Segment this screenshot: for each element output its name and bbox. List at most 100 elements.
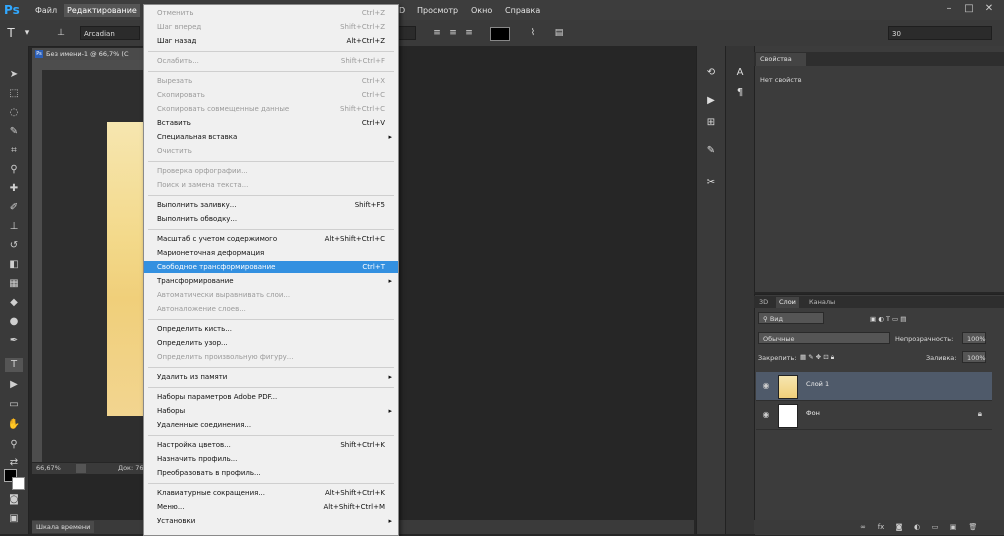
edit-menu-item[interactable]: Отменить Ctrl+Z xyxy=(144,7,398,19)
edit-menu-item[interactable]: Выполнить заливку... Shift+F5 xyxy=(144,199,398,211)
tab-channels[interactable]: Каналы xyxy=(806,297,838,308)
path-select-tool-icon[interactable]: ▶ xyxy=(5,378,23,392)
menu-3[interactable]: Просмотр xyxy=(414,4,461,17)
tab-3d[interactable]: 3D xyxy=(756,297,771,308)
link-layers-icon[interactable]: ∞ xyxy=(858,522,868,532)
screen-mode-icon[interactable]: ▣ xyxy=(5,512,23,526)
history-brush-tool-icon[interactable]: ↺ xyxy=(5,239,23,253)
align-center-icon[interactable]: ≡ xyxy=(446,26,460,40)
edit-menu-item[interactable]: Трансформирование ▸ xyxy=(144,275,398,287)
edit-menu-item[interactable]: Автоналожение слоев... xyxy=(144,303,398,315)
font-style-field[interactable] xyxy=(398,26,416,40)
shape-tool-icon[interactable]: ▭ xyxy=(5,398,23,412)
edit-menu-item[interactable]: Наборы ▸ xyxy=(144,405,398,417)
tool-presets-icon[interactable]: ✂ xyxy=(704,176,718,190)
gradient-tool-icon[interactable]: ▦ xyxy=(5,277,23,291)
ruler-vertical[interactable] xyxy=(32,70,42,462)
lasso-tool-icon[interactable]: ◌ xyxy=(5,106,23,120)
eye-icon[interactable]: ◉ xyxy=(760,380,772,392)
type-tool-preset[interactable]: T xyxy=(4,26,18,40)
quick-select-tool-icon[interactable]: ✎ xyxy=(5,125,23,139)
edit-menu-item[interactable]: Клавиатурные сокращения... Alt+Shift+Ctrl… xyxy=(144,487,398,499)
layer-style-icon[interactable]: fx xyxy=(876,522,886,532)
type-tool-icon[interactable]: T xyxy=(5,358,23,372)
brush-tool-icon[interactable]: ✐ xyxy=(5,201,23,215)
edit-menu-item[interactable]: Назначить профиль... xyxy=(144,453,398,465)
edit-menu-item[interactable]: Шаг назад Alt+Ctrl+Z xyxy=(144,35,398,47)
edit-menu-item[interactable]: Определить произвольную фигуру... xyxy=(144,351,398,363)
background-color-swatch[interactable] xyxy=(12,477,25,490)
edit-menu-item[interactable]: Шаг вперед Shift+Ctrl+Z xyxy=(144,21,398,33)
warp-text-icon[interactable]: ⌇ xyxy=(526,26,540,40)
edit-menu-item[interactable]: Определить узор... xyxy=(144,337,398,349)
add-mask-icon[interactable]: ◙ xyxy=(894,522,904,532)
timeline-tab[interactable]: Шкала времени xyxy=(32,521,94,533)
filter-icons[interactable]: ▣ ◐ T ▭ ▤ xyxy=(870,315,906,323)
eraser-tool-icon[interactable]: ◧ xyxy=(5,258,23,272)
quick-mask-icon[interactable]: ◙ xyxy=(5,493,23,507)
swap-colors-icon[interactable]: ⇄ xyxy=(5,456,23,470)
move-tool-icon[interactable]: ➤ xyxy=(5,68,23,82)
menu-1[interactable]: Редактирование xyxy=(64,4,140,17)
toggle-orientation-icon[interactable]: ⊥ xyxy=(54,26,68,40)
history-panel-icon[interactable]: ⟲ xyxy=(704,66,718,80)
menu-4[interactable]: Окно xyxy=(468,4,495,17)
brush-panel-icon[interactable]: ✎ xyxy=(704,144,718,158)
adjustment-layer-icon[interactable]: ◐ xyxy=(912,522,922,532)
edit-menu-item[interactable]: Свободное трансформирование Ctrl+T xyxy=(144,261,398,273)
edit-menu-item[interactable]: Меню... Alt+Shift+Ctrl+M xyxy=(144,501,398,513)
edit-menu-item[interactable]: Выполнить обводку... xyxy=(144,213,398,225)
maximize-icon[interactable]: □ xyxy=(962,2,976,16)
edit-menu-item[interactable]: Специальная вставка ▸ xyxy=(144,131,398,143)
crop-tool-icon[interactable]: ⌗ xyxy=(5,144,23,158)
edit-menu-item[interactable]: Удаленные соединения... xyxy=(144,419,398,431)
edit-menu-item[interactable]: Настройка цветов... Shift+Ctrl+K xyxy=(144,439,398,451)
adjustments-panel-icon[interactable]: ⊞ xyxy=(704,116,718,130)
dodge-tool-icon[interactable]: ● xyxy=(5,315,23,329)
canvas-image[interactable] xyxy=(107,122,144,416)
ruler-horizontal[interactable] xyxy=(32,60,144,70)
chevron-down-icon[interactable]: ▾ xyxy=(20,26,34,40)
menu-5[interactable]: Справка xyxy=(502,4,543,17)
edit-menu-item[interactable]: Ослабить... Shift+Ctrl+F xyxy=(144,55,398,67)
edit-menu-item[interactable]: Масштаб с учетом содержимого Alt+Shift+Ct… xyxy=(144,233,398,245)
edit-menu-item[interactable]: Наборы параметров Adobe PDF... xyxy=(144,391,398,403)
layer-row-background[interactable]: ◉ Фон 🔒︎ xyxy=(756,401,992,430)
clone-stamp-tool-icon[interactable]: ⊥ xyxy=(5,220,23,234)
minimize-icon[interactable]: – xyxy=(942,2,956,16)
edit-menu-item[interactable]: Скопировать Ctrl+C xyxy=(144,89,398,101)
edit-menu-item[interactable]: Вырезать Ctrl+X xyxy=(144,75,398,87)
opacity-field[interactable]: 100% xyxy=(962,332,986,344)
pen-tool-icon[interactable]: ✒ xyxy=(5,334,23,348)
character-panel-icon[interactable]: ▤ xyxy=(552,26,566,40)
eyedropper-tool-icon[interactable]: ⚲ xyxy=(5,163,23,177)
edit-menu-item[interactable]: Поиск и замена текста... xyxy=(144,179,398,191)
text-color-swatch[interactable] xyxy=(490,27,510,41)
edit-menu-item[interactable]: Очистить xyxy=(144,145,398,157)
edit-menu-item[interactable]: Марионеточная деформация xyxy=(144,247,398,259)
edit-menu-item[interactable]: Скопировать совмещенные данные Shift+Ctrl… xyxy=(144,103,398,115)
new-group-icon[interactable]: ▭ xyxy=(930,522,940,532)
edit-menu-item[interactable]: Удалить из памяти ▸ xyxy=(144,371,398,383)
delete-layer-icon[interactable]: 🗑︎ xyxy=(968,522,978,532)
character-panel-icon[interactable]: A xyxy=(733,66,747,80)
layer-row-selected[interactable]: ◉ Слой 1 xyxy=(756,372,992,401)
marquee-tool-icon[interactable]: ⬚ xyxy=(5,87,23,101)
document-tab[interactable]: Без имени-1 @ 66,7% (С xyxy=(32,48,144,60)
eye-icon[interactable]: ◉ xyxy=(760,409,772,421)
edit-menu-item[interactable]: Установки ▸ xyxy=(144,515,398,527)
tab-properties[interactable]: Свойства xyxy=(756,53,806,66)
zoom-tool-icon[interactable]: ⚲ xyxy=(5,438,23,452)
layer-filter-select[interactable]: ⚲ Вид xyxy=(758,312,824,324)
new-layer-icon[interactable]: ▣ xyxy=(948,522,958,532)
font-family-field[interactable]: Arcadian xyxy=(80,26,140,40)
blend-mode-select[interactable]: Обычные xyxy=(758,332,890,344)
zoom-level[interactable]: 66,67% xyxy=(36,463,61,474)
edit-menu-item[interactable]: Проверка орфографии... xyxy=(144,165,398,177)
close-icon[interactable]: ✕ xyxy=(982,2,996,16)
lock-icons[interactable]: ▦ ✎ ✥ ⊡ 🔒︎ xyxy=(800,353,834,362)
font-size-field[interactable]: 30 xyxy=(888,26,992,40)
edit-menu-item[interactable]: Преобразовать в профиль... xyxy=(144,467,398,479)
blur-tool-icon[interactable]: ◆ xyxy=(5,296,23,310)
actions-panel-icon[interactable]: ▶ xyxy=(704,94,718,108)
